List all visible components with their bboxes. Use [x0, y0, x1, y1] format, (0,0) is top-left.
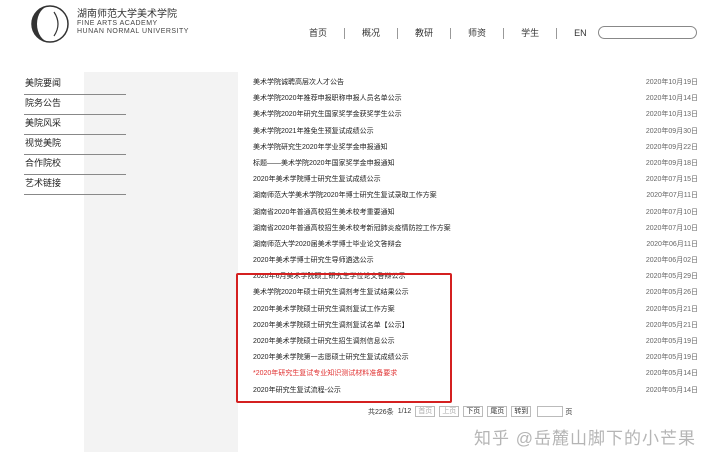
news-date: 2020年05月14日 [645, 370, 698, 378]
news-title-link[interactable]: 2020年美术学院硕士研究生调剂复试工作方案 [253, 302, 395, 318]
news-row: 标题——美术学院2020年国家奖学金申报通知 2020年09月18日 [253, 156, 700, 172]
news-date: 2020年05月19日 [645, 354, 698, 362]
news-date: 2020年10月19日 [645, 79, 698, 86]
news-row: 湖南省2020年普通高校招生美术校考新冠肺炎疫情防控工作方案 2020年07月10… [253, 221, 700, 237]
news-title-link[interactable]: 美术学院2020年推荐申报职称申报人员名单公示 [253, 91, 402, 107]
pager-page-indicator: 1/12 [397, 408, 412, 415]
news-title-link[interactable]: 湖南省2020年普通高校招生美术校考新冠肺炎疫情防控工作方案 [253, 221, 451, 237]
news-date: 2020年06月02日 [645, 257, 698, 265]
news-date: 2020年05月19日 [645, 338, 698, 345]
news-date: 2020年05月26日 [645, 289, 698, 297]
search-input[interactable] [599, 32, 696, 43]
pager-goto-input[interactable] [537, 406, 564, 417]
pager-total: 共226条 [368, 408, 394, 416]
nav-english[interactable]: EN [557, 26, 604, 40]
news-row: 湖南师范大学2020届美术学博士毕业论文答辩会 2020年06月11日 [253, 237, 700, 253]
main-nav: 首页 概况 教研 师资 学生 EN [292, 25, 604, 41]
sidebar-item-visual-academy[interactable]: 视觉美院 [24, 135, 126, 155]
news-row: 美术学院2020年推荐申报职称申报人员名单公示 2020年10月14日 [253, 91, 700, 107]
pager-goto-button[interactable]: 转到 [511, 406, 532, 417]
news-date: 2020年09月22日 [645, 143, 698, 151]
news-row: *2020年研究生复试专业知识测试材料准备要求 2020年05月14日 [253, 366, 700, 382]
news-title-link[interactable]: 美术学院诚聘高层次人才公告 [253, 75, 344, 91]
news-row: 2020年美术学院第一志愿硕士研究生复试成绩公示 2020年05月19日 [253, 350, 700, 366]
logo-chinese-name: 湖南师范大学美术学院 [77, 9, 177, 20]
news-title-link[interactable]: 标题——美术学院2020年国家奖学金申报通知 [253, 156, 395, 172]
pager-page-unit: 页 [565, 408, 573, 416]
news-title-link[interactable]: 2020年美术学院硕士研究生调剂复试名单【公示】 [253, 318, 409, 334]
pager-prev-button[interactable]: 上页 [439, 406, 460, 417]
news-title-link[interactable]: 美术学院2020年研究生国家奖学金获奖学生公示 [253, 107, 402, 123]
pager-last-button[interactable]: 尾页 [487, 406, 508, 417]
news-list: 美术学院诚聘高层次人才公告 2020年10月19日美术学院2020年推荐申报职称申… [253, 75, 700, 399]
academy-logo-icon[interactable] [30, 4, 70, 44]
news-date: 2020年07月15日 [645, 176, 698, 184]
news-row: 2020年美术学院硕士研究生调剂复试工作方案 2020年05月21日 [253, 302, 700, 318]
news-date: 2020年10月14日 [645, 95, 698, 103]
news-row: 湖南省2020年普通高校招生美术校考重要通知 2020年07月10日 [253, 205, 700, 221]
pager-first-button[interactable]: 首页 [415, 406, 436, 417]
sidebar: 美院要闻 院务公告 美院风采 视觉美院 合作院校 艺术链接 [24, 75, 126, 195]
nav-home[interactable]: 首页 [292, 26, 344, 40]
news-date: 2020年05月29日 [645, 273, 698, 281]
news-title-link[interactable]: 2020年美术学院硕士研究生招生调剂信息公示 [253, 334, 395, 350]
news-row: 2020年美术学博士研究生导师遴选公示 2020年06月02日 [253, 253, 700, 269]
news-date: 2020年05月21日 [645, 321, 698, 329]
search-box[interactable] [598, 26, 697, 43]
news-title-link[interactable]: 湖南师范大学2020届美术学博士毕业论文答辩会 [253, 237, 402, 253]
pager-next-button[interactable]: 下页 [463, 406, 484, 417]
news-date: 2020年05月14日 [645, 386, 698, 394]
news-date: 2020年09月30日 [645, 127, 698, 135]
news-title-link[interactable]: 美术学院2020年硕士研究生调剂考生复试结果公示 [253, 285, 409, 301]
sidebar-item-art-links[interactable]: 艺术链接 [24, 175, 126, 195]
header: 湖南师范大学美术学院 FINE ARTS ACADEMY HUNAN NORMA… [0, 0, 720, 50]
news-row: 美术学院2021年推免生预复试成绩公示 2020年09月30日 [253, 124, 700, 140]
news-row: 湖南师范大学美术学院2020年博士研究生复试录取工作方案 2020年07月11日 [253, 188, 700, 204]
news-title-link[interactable]: 湖南省2020年普通高校招生美术校考重要通知 [253, 205, 395, 221]
nav-teaching-research[interactable]: 教研 [398, 26, 450, 40]
news-title-link[interactable]: 美术学院研究生2020年学业奖学金申报通知 [253, 140, 388, 156]
nav-overview[interactable]: 概况 [345, 26, 397, 40]
zhihu-watermark: 知乎 @岳麓山脚下的小芒果 [474, 429, 696, 448]
news-date: 2020年07月11日 [646, 192, 698, 200]
news-date: 2020年07月10日 [645, 224, 698, 232]
news-date: 2020年06月11日 [646, 240, 698, 248]
logo-english-line-1: FINE ARTS ACADEMY [77, 20, 158, 27]
news-date: 2020年10月13日 [645, 111, 698, 119]
news-row: 美术学院2020年研究生国家奖学金获奖学生公示 2020年10月13日 [253, 107, 700, 123]
news-date: 2020年09月18日 [645, 159, 698, 167]
news-row: 2020年研究生复试流程-公示 2020年05月14日 [253, 383, 700, 399]
sidebar-item-partner-schools[interactable]: 合作院校 [24, 155, 126, 175]
sidebar-item-gallery[interactable]: 美院风采 [24, 115, 126, 135]
news-title-link[interactable]: 湖南师范大学美术学院2020年博士研究生复试录取工作方案 [253, 188, 437, 204]
news-row: 2020年美术学院硕士研究生调剂复试名单【公示】 2020年05月21日 [253, 318, 700, 334]
news-row: 2020年美术学院硕士研究生招生调剂信息公示 2020年05月19日 [253, 334, 700, 350]
nav-students[interactable]: 学生 [504, 26, 556, 40]
news-date: 2020年07月10日 [645, 208, 698, 216]
sidebar-item-announcements[interactable]: 院务公告 [24, 95, 126, 115]
news-row: 2020年美术学院博士研究生复试成绩公示 2020年07月15日 [253, 172, 700, 188]
news-title-link[interactable]: 2020年美术学博士研究生导师遴选公示 [253, 253, 374, 269]
nav-faculty[interactable]: 师资 [451, 26, 503, 40]
news-title-link[interactable]: 2020年美术学院博士研究生复试成绩公示 [253, 172, 381, 188]
logo-text[interactable]: 湖南师范大学美术学院 FINE ARTS ACADEMY HUNAN NORMA… [77, 10, 189, 36]
news-row: 美术学院研究生2020年学业奖学金申报通知 2020年09月22日 [253, 140, 700, 156]
news-title-link[interactable]: *2020年研究生复试专业知识测试材料准备要求 [253, 366, 397, 382]
news-row: 2020年6月美术学院硕士研究生学位论文答辩公示 2020年05月29日 [253, 269, 700, 285]
news-title-link[interactable]: 美术学院2021年推免生预复试成绩公示 [253, 124, 374, 140]
news-title-link[interactable]: 2020年研究生复试流程-公示 [253, 383, 341, 399]
logo-english-line-2: HUNAN NORMAL UNIVERSITY [77, 28, 189, 35]
news-title-link[interactable]: 2020年美术学院第一志愿硕士研究生复试成绩公示 [253, 350, 409, 366]
sidebar-item-news[interactable]: 美院要闻 [24, 75, 126, 95]
news-row: 美术学院2020年硕士研究生调剂考生复试结果公示 2020年05月26日 [253, 285, 700, 301]
news-date: 2020年05月21日 [645, 305, 698, 313]
pagination: 共226条 1/12 首页 上页 下页 尾页 转到 页 [368, 405, 576, 418]
news-row: 美术学院诚聘高层次人才公告 2020年10月19日 [253, 75, 700, 91]
news-title-link[interactable]: 2020年6月美术学院硕士研究生学位论文答辩公示 [253, 269, 405, 285]
